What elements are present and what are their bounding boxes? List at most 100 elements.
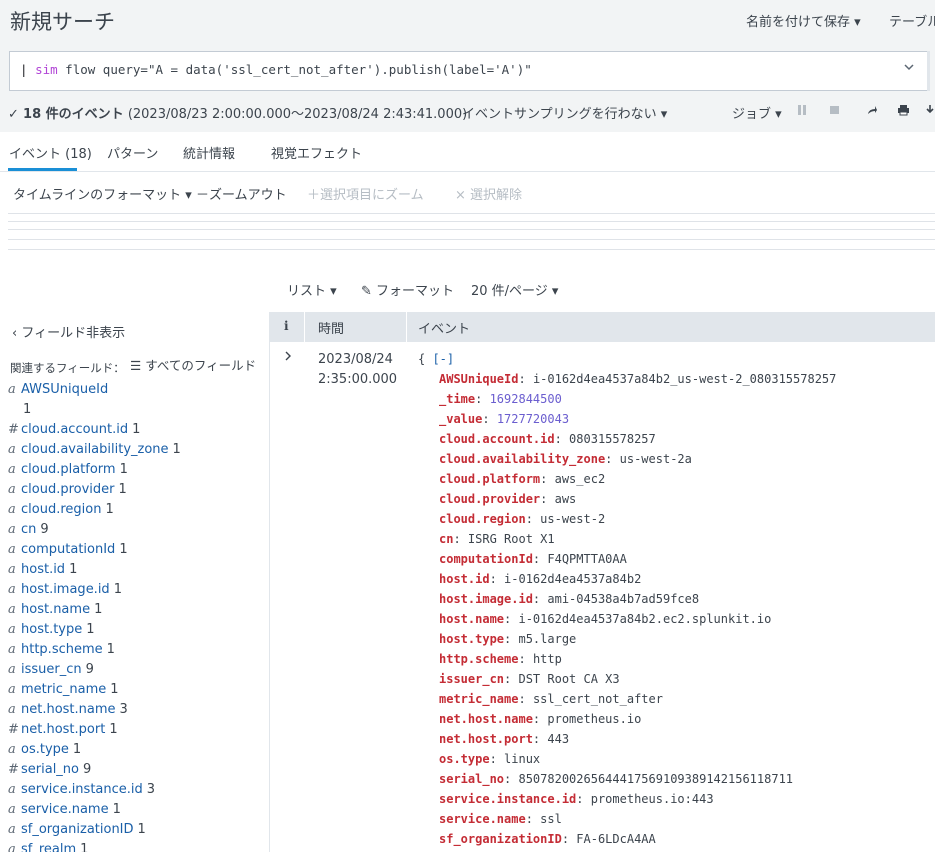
json-value[interactable]: 1692844500 — [490, 392, 562, 406]
json-key[interactable]: host.id — [439, 572, 490, 586]
field-name[interactable]: cloud.account.id — [21, 422, 128, 437]
field-name[interactable]: cloud.provider — [21, 482, 115, 497]
field-item[interactable]: a cloud.platform 1 — [8, 460, 263, 480]
json-key[interactable]: host.image.id — [439, 592, 533, 606]
field-item[interactable]: a net.host.name 3 — [8, 700, 263, 720]
zoom-to-selection-button[interactable]: ＋選択項目にズーム — [307, 184, 424, 203]
json-value[interactable]: 080315578257 — [569, 432, 656, 446]
field-name[interactable]: host.type — [21, 622, 82, 637]
field-name[interactable]: net.host.name — [21, 702, 116, 717]
field-name[interactable]: service.name — [21, 802, 109, 817]
field-item[interactable]: # serial_no 9 — [8, 760, 263, 780]
field-name[interactable]: sf_realm — [21, 842, 76, 852]
json-value[interactable]: ssl — [540, 812, 562, 826]
json-value[interactable]: ami-04538a4b7ad59fce8 — [547, 592, 699, 606]
json-value[interactable]: us-west-2a — [620, 452, 692, 466]
json-key[interactable]: host.name — [439, 612, 504, 626]
json-value[interactable]: m5.large — [518, 632, 576, 646]
json-value[interactable]: ISRG Root X1 — [468, 532, 555, 546]
job-menu[interactable]: ジョブ ▾ — [732, 103, 782, 122]
share-icon[interactable] — [866, 104, 878, 119]
field-name[interactable]: host.name — [21, 602, 90, 617]
field-name[interactable]: computationId — [21, 542, 115, 557]
search-query[interactable]: | sim flow query="A = data('ssl_cert_not… — [20, 62, 532, 77]
list-dropdown[interactable]: リスト ▾ — [287, 280, 337, 299]
stop-icon[interactable] — [829, 104, 840, 119]
json-key[interactable]: serial_no — [439, 772, 504, 786]
field-name[interactable]: cloud.region — [21, 502, 101, 517]
table-button[interactable]: テーブル — [889, 11, 935, 30]
all-fields-button[interactable]: ☰ すべてのフィールド — [130, 355, 256, 374]
json-key[interactable]: cloud.platform — [439, 472, 540, 486]
field-item[interactable]: a host.name 1 — [8, 600, 263, 620]
json-key[interactable]: net.host.name — [439, 712, 533, 726]
chevron-down-icon[interactable] — [903, 61, 923, 83]
json-key[interactable]: service.name — [439, 812, 526, 826]
field-name[interactable]: cn — [21, 522, 36, 537]
field-item[interactable]: a cloud.region 1 — [8, 500, 263, 520]
field-item[interactable]: a metric_name 1 — [8, 680, 263, 700]
json-key[interactable]: computationId — [439, 552, 533, 566]
field-name[interactable]: host.image.id — [21, 582, 110, 597]
field-item[interactable]: a cloud.availability_zone 1 — [8, 440, 263, 460]
deselect-button[interactable]: × 選択解除 — [455, 184, 522, 203]
json-key[interactable]: cloud.provider — [439, 492, 540, 506]
field-item[interactable]: a service.name 1 — [8, 800, 263, 820]
json-key[interactable]: service.instance.id — [439, 792, 576, 806]
format-button[interactable]: ✎ フォーマット — [361, 280, 454, 299]
json-value[interactable]: 1727720043 — [497, 412, 569, 426]
time-column-header[interactable]: 時間 — [318, 318, 344, 337]
field-name[interactable]: cloud.availability_zone — [21, 442, 169, 457]
json-key[interactable]: os.type — [439, 752, 490, 766]
zoom-out-button[interactable]: －ズームアウト — [196, 184, 287, 203]
field-item[interactable]: a http.scheme 1 — [8, 640, 263, 660]
json-value[interactable]: aws — [555, 492, 577, 506]
field-name[interactable]: cloud.platform — [21, 462, 116, 477]
per-page-dropdown[interactable]: 20 件/ページ ▾ — [471, 280, 558, 299]
field-item[interactable]: a sf_organizationID 1 — [8, 820, 263, 840]
json-key[interactable]: _value — [439, 412, 482, 426]
timeline-chart[interactable] — [8, 213, 935, 253]
field-item[interactable]: a os.type 1 — [8, 740, 263, 760]
expand-chevron-icon[interactable] — [284, 350, 292, 366]
field-item[interactable]: a AWSUniqueId — [8, 380, 263, 400]
json-key[interactable]: AWSUniqueId — [439, 372, 518, 386]
field-name[interactable]: AWSUniqueId — [21, 382, 108, 397]
sampling-dropdown[interactable]: イベントサンプリングを行わない ▾ — [462, 103, 667, 122]
json-key[interactable]: http.scheme — [439, 652, 518, 666]
json-value[interactable]: linux — [504, 752, 540, 766]
json-value[interactable]: i-0162d4ea4537a84b2.ec2.splunkit.io — [518, 612, 771, 626]
field-name[interactable]: issuer_cn — [21, 662, 82, 677]
json-value[interactable]: 85078200265644417569109389142156118711 — [518, 772, 793, 786]
field-name[interactable]: os.type — [21, 742, 69, 757]
json-key[interactable]: cloud.region — [439, 512, 526, 526]
json-key[interactable]: _time — [439, 392, 475, 406]
json-value[interactable]: FA-6LDcA4AA — [576, 832, 655, 846]
json-key[interactable]: metric_name — [439, 692, 518, 706]
json-value[interactable]: aws_ec2 — [555, 472, 606, 486]
json-key[interactable]: cn — [439, 532, 453, 546]
field-item[interactable]: # net.host.port 1 — [8, 720, 263, 740]
field-name[interactable]: serial_no — [21, 762, 79, 777]
field-name[interactable]: sf_organizationID — [21, 822, 134, 837]
tab-patterns[interactable]: パターン — [107, 143, 158, 162]
json-value[interactable]: 443 — [547, 732, 569, 746]
field-item[interactable]: a host.id 1 — [8, 560, 263, 580]
json-key[interactable]: net.host.port — [439, 732, 533, 746]
field-name[interactable]: http.scheme — [21, 642, 103, 657]
field-item[interactable]: a host.type 1 — [8, 620, 263, 640]
field-item[interactable]: a sf_realm 1 — [8, 840, 263, 852]
field-name[interactable]: metric_name — [21, 682, 106, 697]
json-key[interactable]: issuer_cn — [439, 672, 504, 686]
json-value[interactable]: http — [533, 652, 562, 666]
field-item[interactable]: a issuer_cn 9 — [8, 660, 263, 680]
json-value[interactable]: ssl_cert_not_after — [533, 692, 663, 706]
json-value[interactable]: DST Root CA X3 — [518, 672, 619, 686]
tab-events[interactable]: イベント (18) — [9, 143, 92, 162]
json-key[interactable]: sf_organizationID — [439, 832, 562, 846]
hide-fields-button[interactable]: ‹ フィールド非表示 — [12, 322, 125, 341]
json-value[interactable]: F4QPMTTA0AA — [547, 552, 626, 566]
tab-visualization[interactable]: 視覚エフェクト — [271, 143, 362, 162]
search-input[interactable]: | sim flow query="A = data('ssl_cert_not… — [9, 51, 927, 91]
pause-icon[interactable] — [797, 104, 807, 119]
